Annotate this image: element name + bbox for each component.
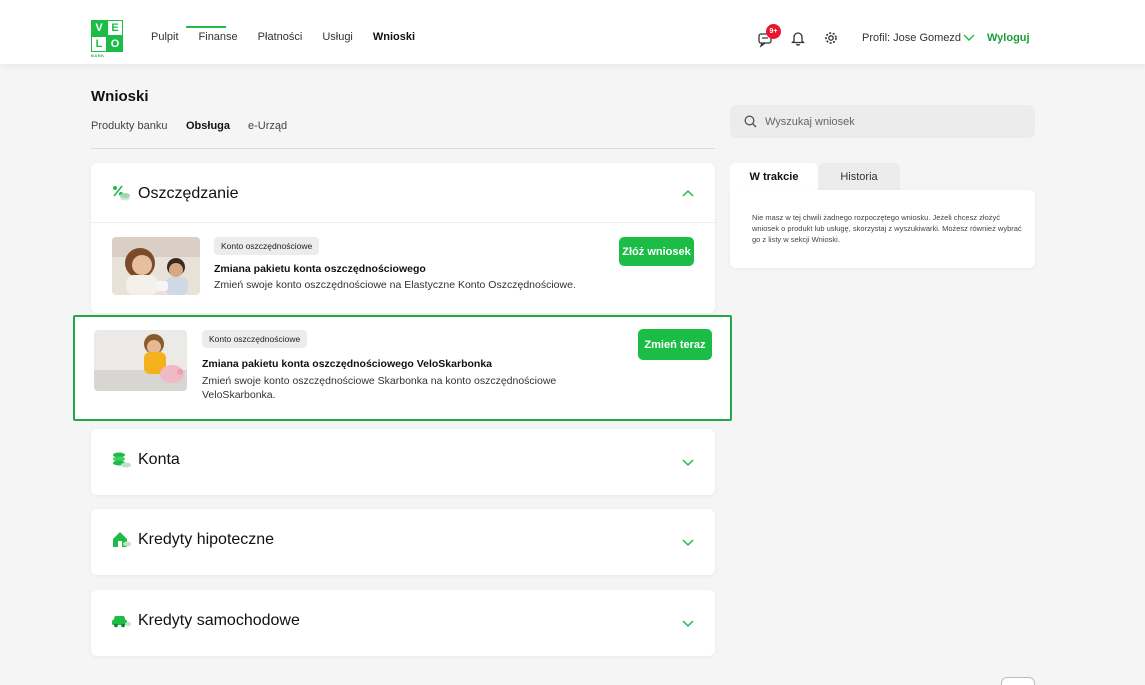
mortgage-section-card[interactable]: Kredyty hipoteczne — [91, 509, 715, 575]
search-input[interactable] — [765, 115, 1005, 128]
nav-item-platnosci[interactable]: Płatności — [258, 31, 303, 43]
car-icon — [112, 616, 131, 628]
empty-state-text: Nie masz w tej chwili żadnego rozpoczęte… — [752, 213, 1022, 244]
search-box[interactable] — [730, 105, 1035, 138]
offer-image-family — [112, 237, 200, 295]
active-tab-underline — [186, 26, 226, 28]
coins-icon — [113, 452, 131, 468]
car-loans-section-title: Kredyty samochodowe — [138, 612, 300, 629]
logo-letter-l: L — [91, 36, 107, 52]
mortgage-section-title: Kredyty hipoteczne — [138, 531, 275, 548]
car-loans-section-card[interactable]: Kredyty samochodowe — [91, 590, 715, 656]
logout-link[interactable]: Wyloguj — [987, 32, 1030, 44]
logo-subtitle: BANK — [91, 53, 105, 58]
applications-status-panel: Nie masz w tej chwili żadnego rozpoczęte… — [730, 190, 1035, 268]
tab-e-urzad[interactable]: e-Urząd — [248, 120, 287, 132]
top-bar: V E L O BANK Pulpit Finanse Płatności Us… — [0, 0, 1145, 64]
tab-w-trakcie[interactable]: W trakcie — [730, 163, 818, 191]
messages-button[interactable]: 9+ — [757, 24, 781, 48]
tab-historia[interactable]: Historia — [818, 163, 900, 191]
chevron-down-icon[interactable] — [681, 618, 695, 628]
chevron-down-icon[interactable] — [963, 32, 975, 42]
tab-obsluga[interactable]: Obsługa — [186, 120, 230, 132]
nav-item-finanse[interactable]: Finanse — [199, 31, 238, 43]
savings-section-title: Oszczędzanie — [138, 185, 239, 202]
main-nav: Pulpit Finanse Płatności Usługi Wnioski — [151, 31, 435, 43]
highlighted-offer-card: Konto oszczędnościowe Zmiana pakietu kon… — [73, 315, 732, 421]
accounts-section-title: Konta — [138, 451, 180, 468]
velo-bank-logo[interactable]: V E L O BANK — [91, 20, 123, 58]
page-tabs: Produkty banku Obsługa e-Urząd — [91, 120, 715, 149]
nav-item-uslugi[interactable]: Usługi — [322, 31, 353, 43]
change-now-button[interactable]: Zmień teraz — [638, 329, 712, 360]
profile-label[interactable]: Profil: Jose Gomezd — [862, 32, 961, 44]
offer-image-piggy-bank — [94, 330, 187, 391]
chevron-up-icon[interactable] — [681, 189, 695, 199]
house-icon — [113, 532, 131, 547]
offer-title: Zmiana pakietu konta oszczędnościowego — [214, 263, 426, 275]
offer-title: Zmiana pakietu konta oszczędnościowego V… — [202, 358, 492, 370]
submit-application-button[interactable]: Złóż wniosek — [619, 237, 694, 266]
applications-status-tabs: W trakcie Historia — [730, 163, 900, 191]
logo-letter-v: V — [91, 20, 107, 36]
chevron-down-icon[interactable] — [681, 537, 695, 547]
logo-letter-e: E — [107, 20, 123, 36]
savings-section-card: Oszczędzanie Konto oszczędnościowe Zmian… — [91, 163, 715, 313]
chevron-down-icon[interactable] — [681, 457, 695, 467]
accounts-section-card[interactable]: Konta — [91, 429, 715, 495]
notifications-button[interactable] — [790, 30, 806, 48]
messages-badge: 9+ — [766, 24, 781, 39]
offer-description: Zmień swoje konto oszczędnościowe Skarbo… — [202, 375, 557, 401]
bell-icon — [790, 32, 806, 46]
savings-section-header[interactable]: Oszczędzanie — [91, 163, 715, 223]
search-icon — [744, 115, 757, 128]
logo-letter-o: O — [107, 36, 123, 52]
page-title: Wnioski — [91, 88, 149, 105]
gear-icon — [825, 32, 837, 44]
offer-tag: Konto oszczędnościowe — [214, 237, 320, 255]
nav-item-pulpit[interactable]: Pulpit — [151, 31, 179, 43]
percent-coins-icon — [113, 185, 130, 201]
nav-item-wnioski[interactable]: Wnioski — [373, 31, 415, 43]
tab-produkty-banku[interactable]: Produkty banku — [91, 120, 167, 132]
offer-tag: Konto oszczędnościowe — [202, 330, 308, 348]
offer-description: Zmień swoje konto oszczędnościowe na Ela… — [214, 279, 576, 291]
settings-button[interactable] — [824, 30, 838, 48]
scroll-top-button[interactable] — [1001, 677, 1035, 685]
